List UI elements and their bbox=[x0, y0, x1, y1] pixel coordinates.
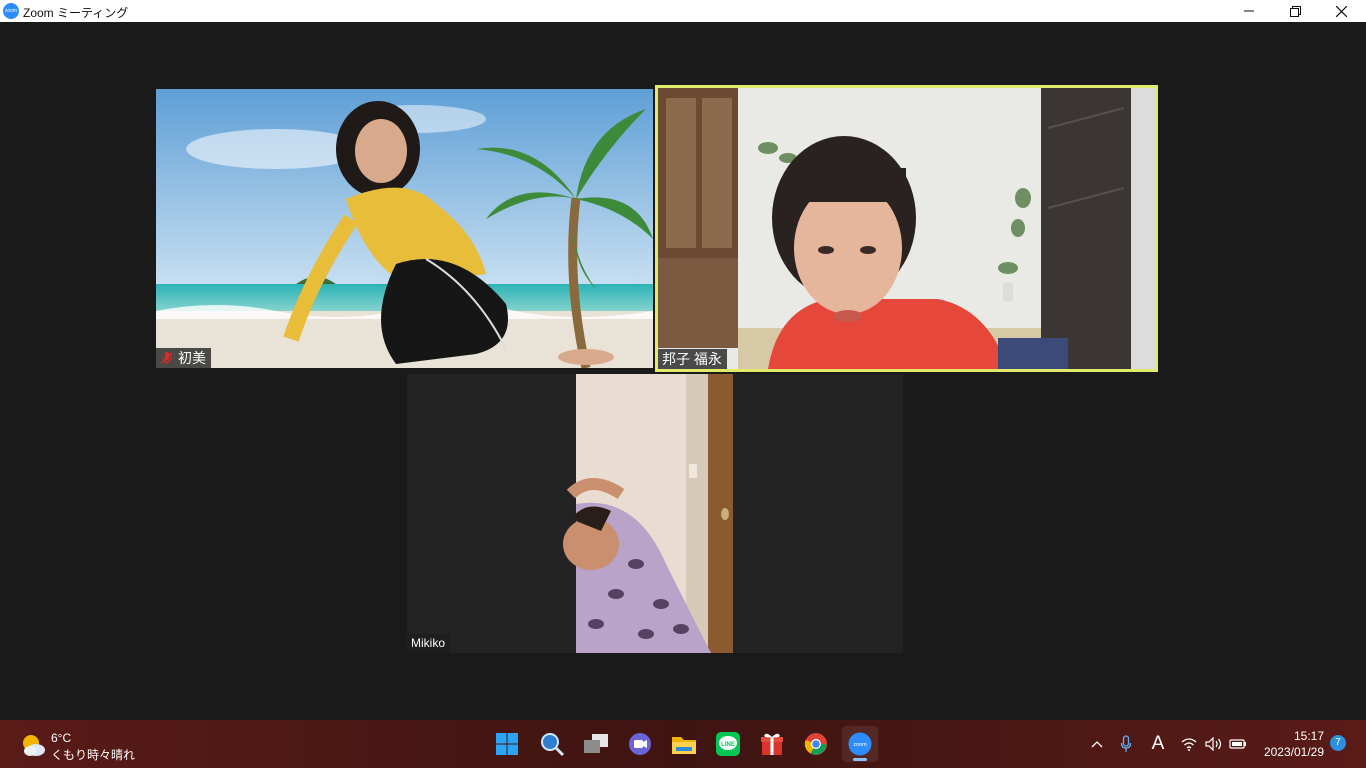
chrome-button[interactable] bbox=[798, 726, 834, 762]
participant-video bbox=[156, 89, 653, 368]
folder-icon bbox=[672, 737, 696, 754]
minimize-icon bbox=[1244, 10, 1254, 12]
chat-icon bbox=[629, 733, 651, 755]
start-button[interactable] bbox=[489, 726, 525, 762]
meeting-stage: 初美 邦子 福永 Mikiko bbox=[0, 22, 1366, 720]
battery-button[interactable] bbox=[1228, 734, 1248, 754]
participant-video bbox=[658, 88, 1155, 369]
microphone-icon bbox=[1120, 735, 1132, 752]
file-explorer-button[interactable] bbox=[666, 726, 702, 762]
minimize-button[interactable] bbox=[1226, 0, 1272, 22]
participant-name-tag: 初美 bbox=[156, 348, 211, 368]
close-button[interactable] bbox=[1318, 0, 1364, 22]
line-app-button[interactable]: LINE bbox=[710, 726, 746, 762]
window-title: Zoom ミーティング bbox=[23, 6, 129, 20]
zoom-icon: zoom bbox=[848, 732, 872, 756]
close-icon bbox=[1335, 5, 1347, 17]
speaker-icon bbox=[1205, 737, 1222, 751]
search-button[interactable] bbox=[534, 726, 570, 762]
battery-charging-icon bbox=[1229, 739, 1246, 749]
clock-time[interactable]: 15:17 bbox=[1262, 729, 1324, 743]
participant-tile[interactable]: 初美 bbox=[156, 89, 653, 368]
weather-temperature: 6°C bbox=[51, 731, 72, 745]
title-bar: zoom Zoom ミーティング bbox=[0, 0, 1366, 22]
participant-name-tag: Mikiko bbox=[407, 634, 451, 653]
task-view-icon bbox=[584, 734, 608, 753]
windows-start-icon bbox=[496, 733, 518, 755]
participant-name-tag: 邦子 福永 bbox=[658, 349, 727, 369]
restore-icon bbox=[1289, 5, 1301, 17]
show-hidden-icons-button[interactable] bbox=[1089, 734, 1105, 754]
chevron-up-icon bbox=[1091, 741, 1103, 748]
zoom-taskbar-button[interactable]: zoom bbox=[842, 726, 878, 762]
svg-text:LINE: LINE bbox=[721, 742, 735, 748]
participant-name: 初美 bbox=[178, 350, 206, 366]
active-app-indicator bbox=[853, 758, 867, 761]
gift-icon bbox=[761, 733, 783, 755]
zoom-logo-icon: zoom bbox=[3, 3, 19, 19]
muted-mic-icon bbox=[161, 352, 173, 364]
line-icon: LINE bbox=[716, 732, 740, 756]
wifi-icon bbox=[1181, 738, 1197, 751]
microphone-button[interactable] bbox=[1117, 734, 1135, 754]
taskbar: 6°C くもり時々晴れ LINE zoom A 15:17 2023/01/29… bbox=[0, 720, 1366, 768]
restore-button[interactable] bbox=[1272, 0, 1318, 22]
weather-description: くもり時々晴れ bbox=[51, 748, 136, 762]
active-speaker-tile[interactable]: 邦子 福永 bbox=[655, 85, 1158, 372]
partly-cloudy-icon bbox=[23, 735, 45, 756]
gift-app-button[interactable] bbox=[754, 726, 790, 762]
chrome-icon bbox=[804, 733, 827, 755]
ime-indicator[interactable]: A bbox=[1148, 733, 1168, 754]
chat-button[interactable] bbox=[622, 726, 658, 762]
participant-tile[interactable]: Mikiko bbox=[407, 374, 903, 653]
volume-button[interactable] bbox=[1204, 734, 1224, 754]
participant-name: Mikiko bbox=[411, 636, 446, 650]
clock-date[interactable]: 2023/01/29 bbox=[1248, 745, 1324, 759]
search-icon bbox=[541, 733, 565, 757]
task-view-button[interactable] bbox=[578, 726, 614, 762]
participant-name: 邦子 福永 bbox=[662, 351, 722, 367]
notification-badge[interactable]: 7 bbox=[1330, 735, 1346, 751]
weather-widget[interactable]: 6°C くもり時々晴れ bbox=[20, 727, 160, 763]
participant-video bbox=[407, 374, 903, 653]
wifi-button[interactable] bbox=[1180, 734, 1198, 754]
svg-text:zoom: zoom bbox=[853, 742, 867, 748]
